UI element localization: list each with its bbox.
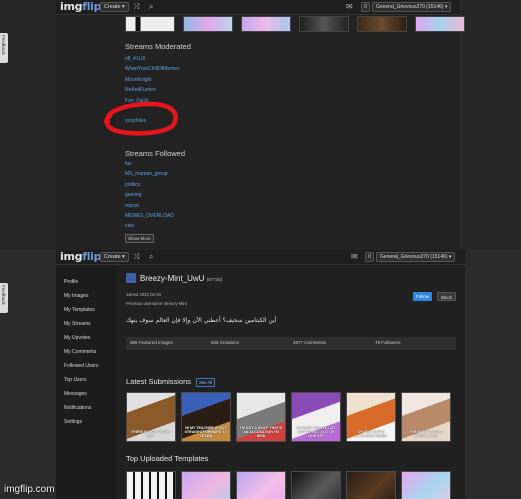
notification-count[interactable]: 0 (361, 2, 370, 12)
template-thumb[interactable] (181, 471, 231, 499)
mail-icon[interactable]: ✉ (346, 2, 353, 12)
show-more-button[interactable]: Show More (125, 234, 154, 243)
template-thumb[interactable] (346, 471, 396, 499)
user-menu[interactable]: General_Grievous270 (15146) ▾ (372, 2, 452, 12)
feedback-tab[interactable]: Feedback (0, 33, 8, 63)
streams-followed-title: Streams Followed (125, 149, 186, 158)
stat-creations[interactable]: 925 Creations (211, 340, 239, 345)
template-thumb[interactable] (236, 471, 286, 499)
streams-moderated-title: Streams Moderated (125, 42, 191, 51)
sidebar-item-followed-users[interactable]: Followed Users (64, 362, 117, 376)
template-thumb[interactable] (401, 471, 451, 499)
stream-link[interactable]: MoonKnight (125, 75, 180, 85)
shuffle-icon[interactable]: ⤨ (133, 252, 139, 262)
submission-thumb[interactable]: THE WOLF IS STILL PATROLLING (401, 392, 451, 442)
template-thumb[interactable] (125, 16, 175, 32)
previous-username: Previous username: Breezy-Mint (126, 301, 187, 306)
stream-link[interactable]: nfl_41L0l (125, 54, 180, 64)
top-navbar: imgflip Create ▾ ⤨ ⌕ ✉ 0 General_Grievou… (56, 0, 460, 15)
red-highlight-circle (104, 101, 178, 136)
profile-bio: أين الكيتامين سحيف؟ أعطني الآن وإلا فإن … (126, 317, 277, 324)
latest-submissions-row: THERE IS NOT A WOLF LEA.. HI MY TEACHER … (126, 392, 451, 442)
template-thumb[interactable] (291, 471, 341, 499)
feedback-tab[interactable]: Feedback (0, 283, 8, 313)
top-screenshot: imgflip Create ▾ ⤨ ⌕ ✉ 0 General_Grievou… (0, 0, 521, 250)
see-all-button[interactable]: See All (196, 378, 216, 387)
sidebar-item-profile[interactable]: Profile (64, 278, 117, 292)
shuffle-icon[interactable]: ⤨ (133, 2, 139, 12)
template-thumb[interactable] (357, 16, 407, 32)
sidebar-item-my-streams[interactable]: My Streams (64, 320, 117, 334)
profile-sidebar: Profile My Images My Templates My Stream… (56, 265, 117, 499)
sidebar-item-top-users[interactable]: Top Users (64, 376, 117, 390)
follow-button[interactable]: Follow (413, 292, 433, 301)
sidebar-item-my-images[interactable]: My Images (64, 292, 117, 306)
bottom-screenshot: imgflip Create ▾ ⤨ ⌕ ✉ 0 General_Grievou… (0, 250, 521, 499)
sidebar-item-notifications[interactable]: Notifications (64, 404, 117, 418)
template-thumb[interactable] (126, 471, 176, 499)
template-thumb[interactable] (299, 16, 349, 32)
block-button[interactable]: Block (437, 292, 457, 301)
stat-followers[interactable]: 79 Followers (375, 340, 401, 345)
stream-link[interactable]: fun (125, 159, 174, 169)
sidebar-item-my-comments[interactable]: My Comments (64, 348, 117, 362)
sidebar-item-messages[interactable]: Messages (64, 390, 117, 404)
top-templates-row (126, 471, 451, 499)
stream-link[interactable]: NoAntiFurries (125, 85, 180, 95)
top-templates-title: Top Uploaded Templates (126, 454, 209, 463)
sidebar-item-settings[interactable]: Settings (64, 418, 117, 432)
right-gutter (461, 0, 521, 250)
latest-submissions-title: Latest Submissions (126, 377, 192, 386)
bottom-navbar: imgflip Create ▾ ⤨ ⌕ ✉ 0 General_Grievou… (56, 250, 465, 265)
profile-main: Breezy-Mint_UwU (87745) Joined 2022-02-2… (120, 265, 465, 499)
submission-thumb[interactable]: THERE IS NOT A WOLF LEA.. (126, 392, 176, 442)
avatar (126, 273, 136, 283)
stream-link[interactable]: politics (125, 180, 174, 190)
create-button[interactable]: Create ▾ (100, 252, 129, 262)
submission-thumb[interactable]: I'M VERY MUCH A CAT BUT I'M NOT OUT OF L… (291, 392, 341, 442)
left-gutter (0, 0, 56, 250)
template-thumb-row (125, 16, 465, 32)
user-menu[interactable]: General_Grievous270 (15146) ▾ (376, 252, 456, 262)
imgflip-logo[interactable]: imgflip (60, 250, 102, 263)
stats-bar: 365 Featured Images 925 Creations 4577 C… (126, 337, 456, 350)
streams-followed-list: fun MS_maman_group politics gaming repos… (125, 159, 174, 232)
submission-thumb[interactable]: OH YES THAT'S GLORIOUS FURRY (346, 392, 396, 442)
template-thumb[interactable] (241, 16, 291, 32)
stream-link[interactable]: MEMES_OVERLOAD (125, 211, 174, 221)
stream-link[interactable]: cats (125, 221, 174, 231)
stat-featured[interactable]: 365 Featured Images (130, 340, 173, 345)
joined-date: Joined 2022-02-20 (126, 292, 161, 297)
template-thumb[interactable] (415, 16, 465, 32)
stat-comments[interactable]: 4577 Comments (293, 340, 326, 345)
search-icon[interactable]: ⌕ (149, 252, 153, 262)
stream-link[interactable]: repost (125, 201, 174, 211)
notification-count[interactable]: 0 (365, 252, 374, 262)
mail-icon[interactable]: ✉ (351, 252, 358, 262)
stream-link[interactable]: gaming (125, 190, 174, 200)
imgflip-watermark: imgflip.com (4, 484, 55, 495)
create-button[interactable]: Create ▾ (100, 2, 129, 12)
stream-link[interactable]: MS_maman_group (125, 169, 174, 179)
imgflip-logo[interactable]: imgflip (60, 0, 102, 13)
sidebar-item-my-templates[interactable]: My Templates (64, 306, 117, 320)
search-icon[interactable]: ⌕ (149, 2, 153, 12)
submission-thumb[interactable]: I'M NOT A WOLF THAT'S AN ACCUSATION I'M … (236, 392, 286, 442)
submission-thumb[interactable]: HI MY TEACHER IS NOT STRAIGHTFORWARD TO … (181, 392, 231, 442)
template-thumb[interactable] (183, 16, 233, 32)
stream-link[interactable]: WhenYourChillOfMemes (125, 64, 180, 74)
sidebar-item-my-upvotes[interactable]: My Upvotes (64, 334, 117, 348)
profile-username: Breezy-Mint_UwU (87745) (140, 274, 223, 283)
